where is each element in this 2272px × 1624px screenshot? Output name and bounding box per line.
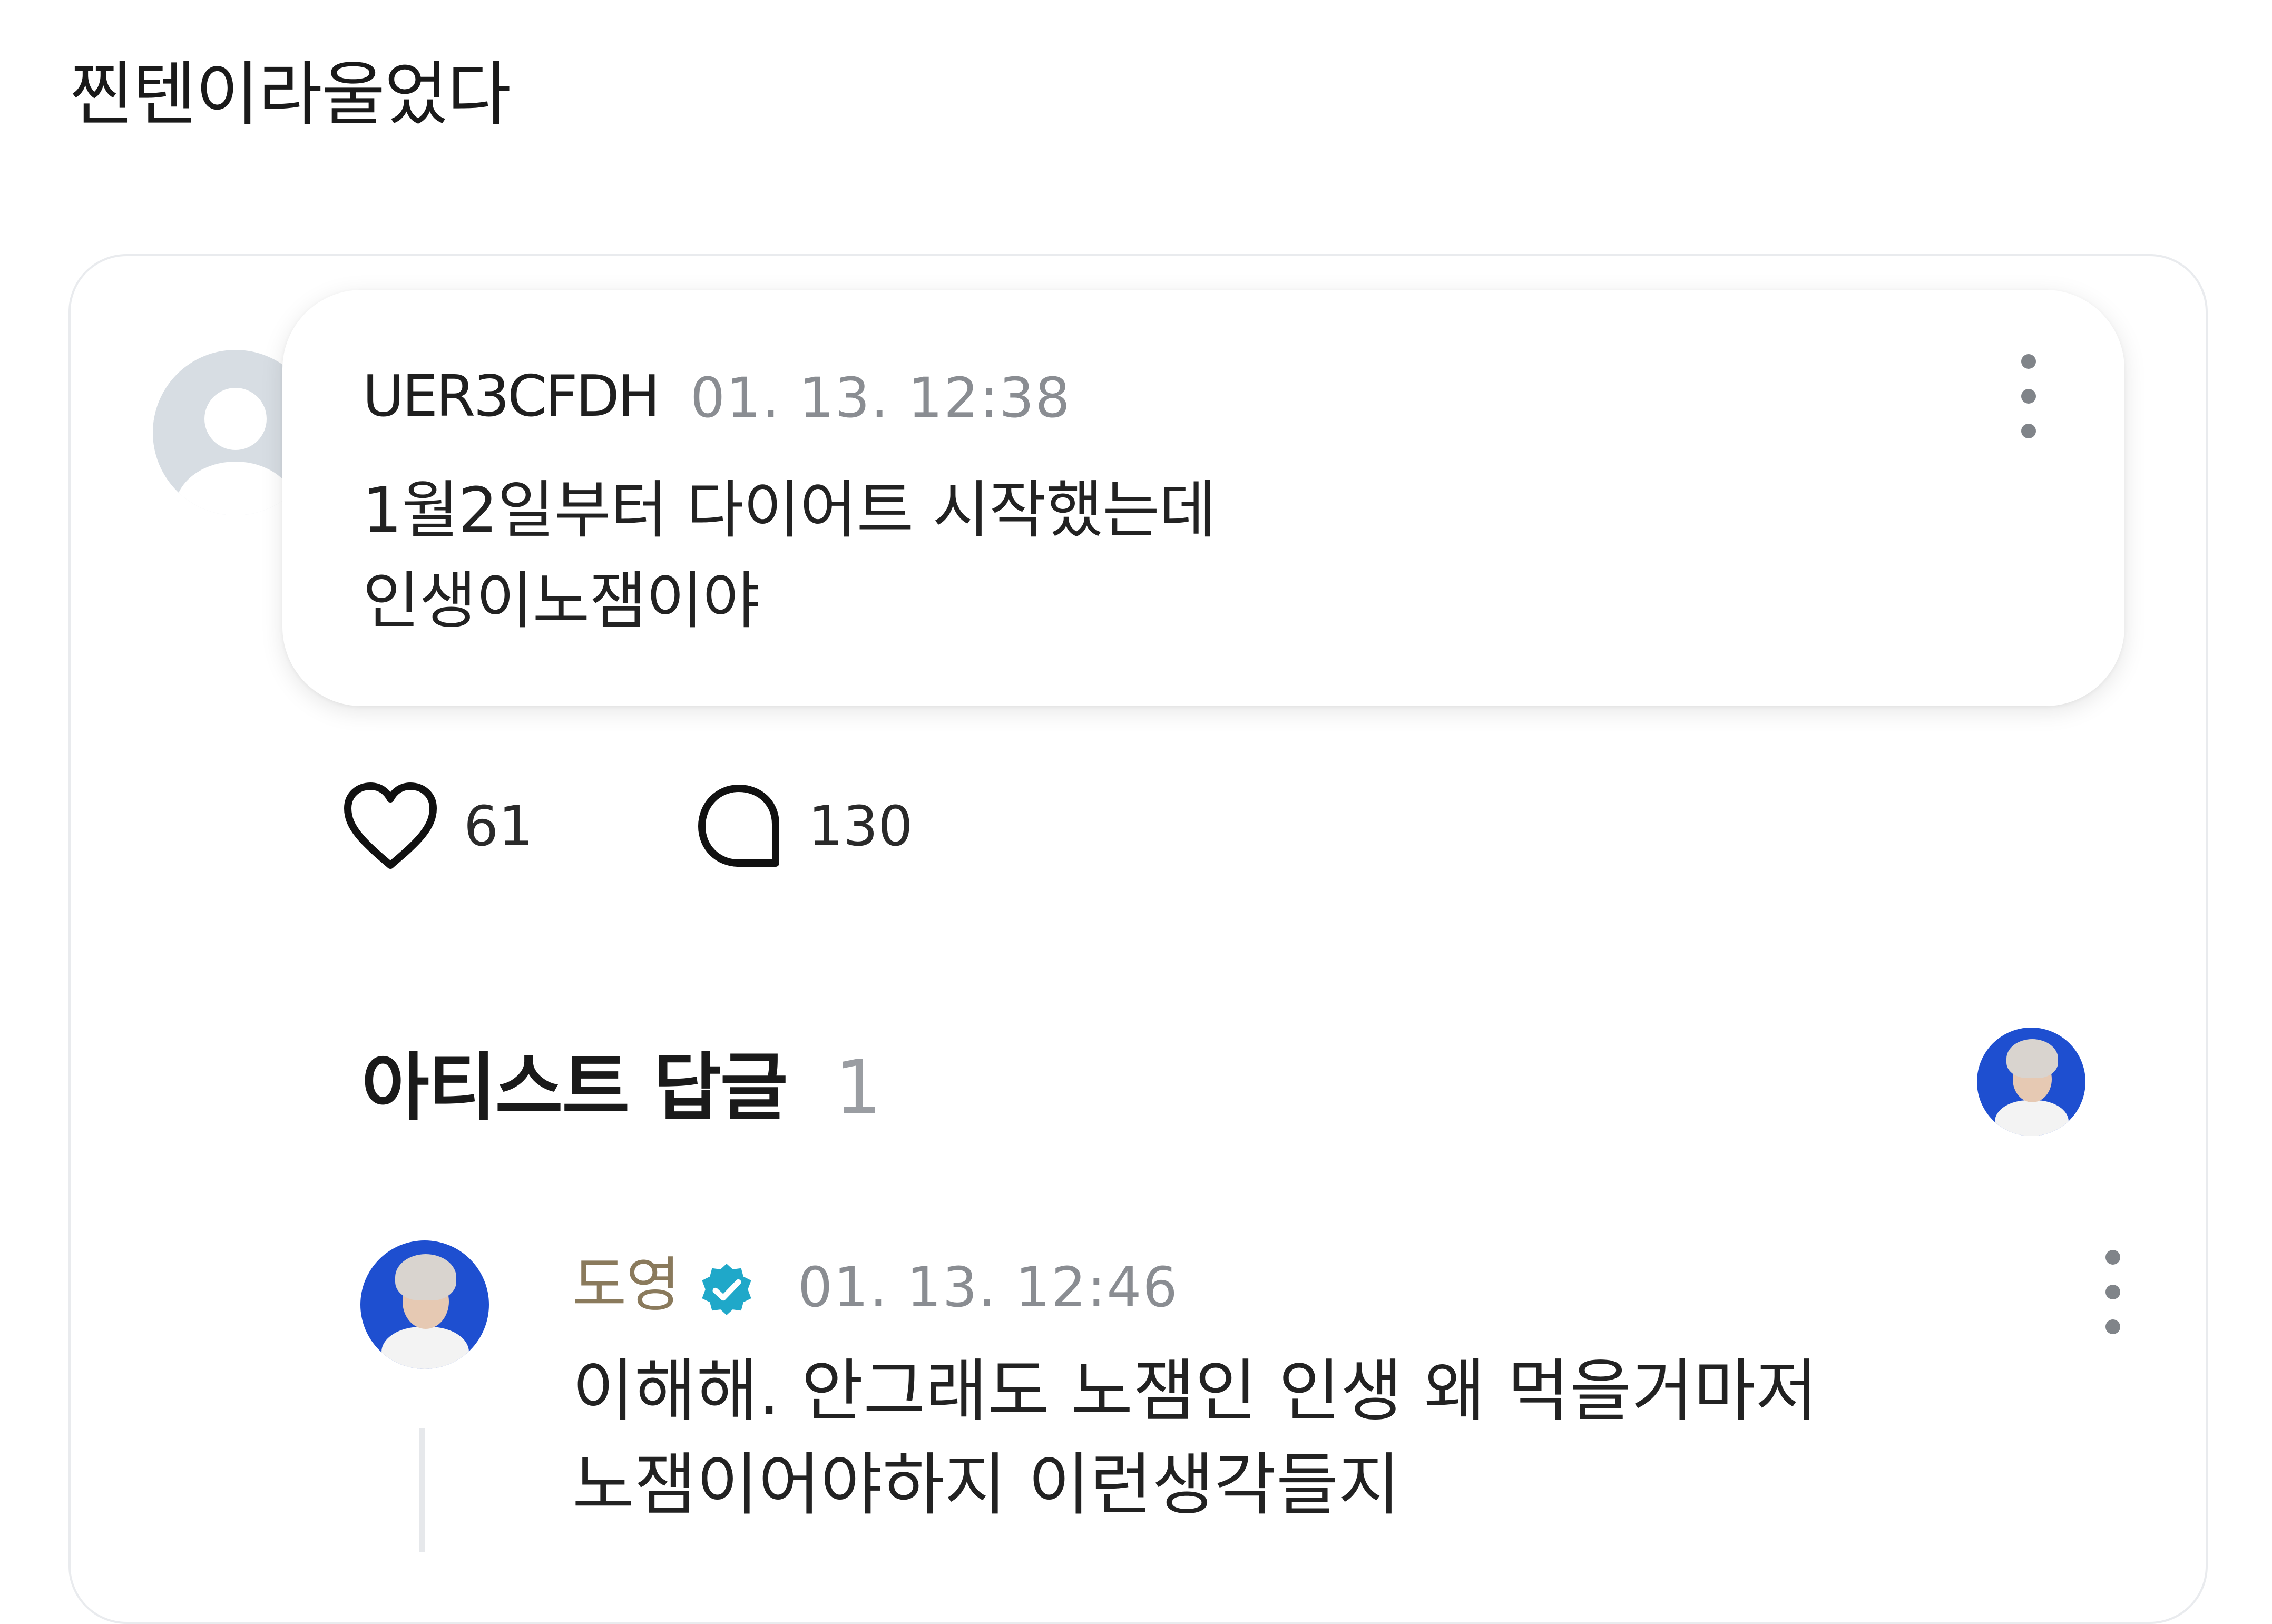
kebab-dot [2021,354,2036,369]
avatar-hair [2006,1039,2058,1078]
post-title: 찐텐이라울었다 [70,54,511,135]
reply-thread-line [419,1428,425,1552]
avatar-head-shape [204,388,267,450]
avatar-shoulders-shape [175,462,296,515]
avatar-shirt [381,1327,469,1369]
comment-body: 1월2일부터 다이어트 시작했는데 인생이노잼이야 [363,465,1216,646]
like-count: 61 [464,794,534,858]
heart-icon [344,782,437,869]
artist-replies-count: 1 [835,1045,882,1131]
kebab-dot [2021,389,2036,404]
comment-more-button[interactable] [2018,354,2039,438]
comment-line: 인생이노잼이야 [363,564,760,637]
reply-count: 130 [808,794,913,858]
artist-replies-heading: 아티스트 답글 [361,1045,788,1131]
reply-timestamp: 01. 13. 12:46 [798,1255,1179,1319]
reply-author[interactable]: 도영 [572,1251,680,1319]
kebab-dot [2021,424,2036,438]
reply-line: 노잼이어야하지 이런생각들지 [572,1446,1401,1524]
avatar-shirt [1995,1100,2069,1136]
artist-avatar[interactable] [360,1240,489,1369]
reply-button[interactable]: 130 [693,781,913,872]
artist-avatar-small[interactable] [1977,1028,2085,1136]
kebab-dot [2105,1250,2120,1265]
reply-more-button[interactable] [2102,1250,2123,1334]
reply-body: 이해해. 안그래도 노잼인 인생 왜 먹을거마저 노잼이어야하지 이런생각들지 [572,1345,1818,1532]
reply-line: 이해해. 안그래도 노잼인 인생 왜 먹을거마저 [572,1352,1818,1431]
like-button[interactable]: 61 [341,781,533,872]
kebab-dot [2105,1285,2120,1299]
speech-bubble-icon [698,785,779,867]
avatar-hair [395,1254,456,1300]
comment-line: 1월2일부터 다이어트 시작했는데 [363,474,1216,546]
verified-badge-icon [702,1264,751,1315]
comment-author[interactable]: UER3CFDH [363,363,660,431]
comment-timestamp: 01. 13. 12:38 [690,366,1071,430]
kebab-dot [2105,1319,2120,1334]
